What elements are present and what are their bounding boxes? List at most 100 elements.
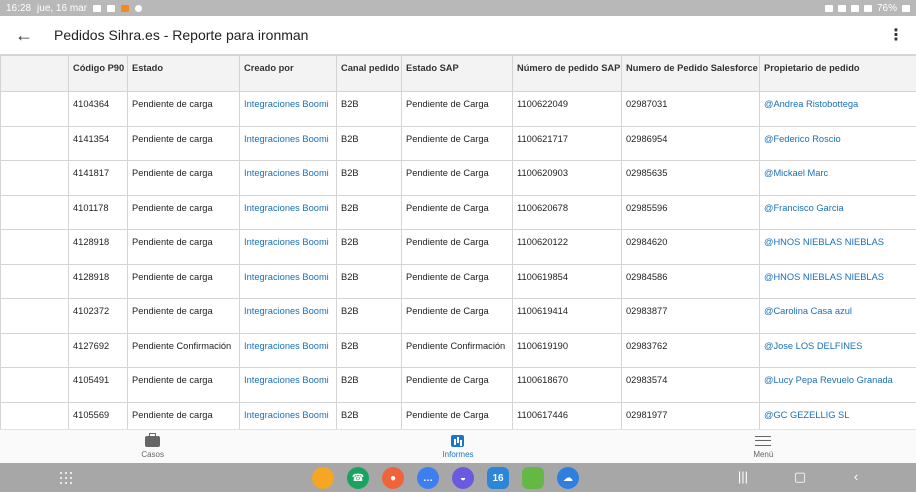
cell-propietario-link[interactable]: @Jose LOS DELFINES bbox=[759, 332, 916, 368]
table-row[interactable]: 4105491 Pendiente de carga Integraciones… bbox=[0, 367, 916, 403]
cell-codigo: 4128918 bbox=[68, 263, 128, 299]
status-time: 16:28 bbox=[6, 2, 32, 14]
status-date: jue, 16 mar bbox=[37, 2, 88, 14]
cell-canal: B2B bbox=[336, 401, 402, 429]
back-arrow-icon[interactable]: ← bbox=[0, 16, 48, 54]
messages-app-icon[interactable]: … bbox=[417, 467, 439, 489]
report-table-container[interactable]: Código P90 Estado Creado por Canal pedid… bbox=[0, 54, 916, 429]
row-select-cell[interactable] bbox=[0, 125, 69, 161]
row-select-cell[interactable] bbox=[0, 332, 69, 368]
table-header-row: Código P90 Estado Creado por Canal pedid… bbox=[0, 55, 916, 92]
row-select-cell[interactable] bbox=[0, 160, 69, 196]
cell-propietario-link[interactable]: @Andrea Ristobottega bbox=[759, 91, 916, 127]
page-title: Pedidos Sihra.es - Reporte para ironman bbox=[54, 27, 309, 43]
column-header-propietario[interactable]: Propietario de pedido bbox=[759, 55, 916, 92]
column-header-canal[interactable]: Canal pedido bbox=[336, 55, 402, 92]
cell-codigo: 4141817 bbox=[68, 160, 128, 196]
calendar-app-icon[interactable]: 16 bbox=[487, 467, 509, 489]
column-header-estado[interactable]: Estado bbox=[127, 55, 240, 92]
home-icon[interactable]: ▢ bbox=[790, 469, 810, 485]
table-row[interactable]: 4141817 Pendiente de carga Integraciones… bbox=[0, 160, 916, 196]
cell-creado-por-link[interactable]: Integraciones Boomi bbox=[239, 263, 337, 299]
cell-numero-sap: 1100619190 bbox=[512, 332, 622, 368]
column-header-estado-sap[interactable]: Estado SAP bbox=[401, 55, 513, 92]
cell-estado-sap: Pendiente Confirmación bbox=[401, 332, 513, 368]
table-row[interactable]: 4127692 Pendiente Confirmación Integraci… bbox=[0, 332, 916, 368]
cell-codigo: 4102372 bbox=[68, 298, 128, 334]
row-select-cell[interactable] bbox=[0, 298, 69, 334]
cell-propietario-link[interactable]: @Francisco Garcia bbox=[759, 194, 916, 230]
cell-canal: B2B bbox=[336, 367, 402, 403]
signal-icon bbox=[863, 4, 872, 12]
cell-canal: B2B bbox=[336, 194, 402, 230]
cell-propietario-link[interactable]: @HNOS NIEBLAS NIEBLAS bbox=[759, 263, 916, 299]
app-dock: ☎ ● … ◒ 16 ☁ bbox=[312, 467, 579, 489]
row-select-cell[interactable] bbox=[0, 91, 69, 127]
cell-creado-por-link[interactable]: Integraciones Boomi bbox=[239, 298, 337, 334]
cell-propietario-link[interactable]: @Mickael Marc bbox=[759, 160, 916, 196]
cell-codigo: 4104364 bbox=[68, 91, 128, 127]
more-options-icon[interactable]: ⋮ bbox=[876, 16, 916, 54]
cell-creado-por-link[interactable]: Integraciones Boomi bbox=[239, 332, 337, 368]
cell-codigo: 4105491 bbox=[68, 367, 128, 403]
mute-icon bbox=[837, 4, 846, 12]
cell-estado-sap: Pendiente de Carga bbox=[401, 401, 513, 429]
browser-app-icon[interactable]: ◒ bbox=[452, 467, 474, 489]
cell-propietario-link[interactable]: @Lucy Pepa Revuelo Granada bbox=[759, 367, 916, 403]
cell-canal: B2B bbox=[336, 298, 402, 334]
nav-tab-informes[interactable]: Informes bbox=[305, 430, 610, 463]
cell-propietario-link[interactable]: @GC GEZELLIG SL bbox=[759, 401, 916, 429]
row-select-cell[interactable] bbox=[0, 367, 69, 403]
cloud-app-icon[interactable]: ☁ bbox=[557, 467, 579, 489]
report-table: Código P90 Estado Creado por Canal pedid… bbox=[0, 55, 916, 429]
table-row[interactable]: 4101178 Pendiente de carga Integraciones… bbox=[0, 194, 916, 230]
table-row[interactable]: 4104364 Pendiente de carga Integraciones… bbox=[0, 91, 916, 127]
column-header-codigo[interactable]: Código P90 bbox=[68, 55, 128, 92]
cell-propietario-link[interactable]: @Carolina Casa azul bbox=[759, 298, 916, 334]
row-select-cell[interactable] bbox=[0, 229, 69, 265]
column-header-creado-por[interactable]: Creado por bbox=[239, 55, 337, 92]
cell-estado-sap: Pendiente de Carga bbox=[401, 229, 513, 265]
cell-creado-por-link[interactable]: Integraciones Boomi bbox=[239, 160, 337, 196]
table-row[interactable]: 4102372 Pendiente de carga Integraciones… bbox=[0, 298, 916, 334]
table-row[interactable]: 4128918 Pendiente de carga Integraciones… bbox=[0, 229, 916, 265]
cell-creado-por-link[interactable]: Integraciones Boomi bbox=[239, 401, 337, 429]
row-select-cell[interactable] bbox=[0, 263, 69, 299]
status-bar: 16:28 jue, 16 mar 76% bbox=[0, 0, 916, 16]
column-header-numero-sap[interactable]: Número de pedido SAP bbox=[512, 55, 622, 92]
phone-app-icon[interactable]: ☎ bbox=[347, 467, 369, 489]
table-row[interactable]: 4141354 Pendiente de carga Integraciones… bbox=[0, 125, 916, 161]
table-row[interactable]: 4128918 Pendiente de carga Integraciones… bbox=[0, 263, 916, 299]
cell-numero-sap: 1100622049 bbox=[512, 91, 622, 127]
back-nav-icon[interactable]: ‹ bbox=[846, 469, 866, 484]
cell-creado-por-link[interactable]: Integraciones Boomi bbox=[239, 229, 337, 265]
cell-estado-sap: Pendiente de Carga bbox=[401, 125, 513, 161]
cell-creado-por-link[interactable]: Integraciones Boomi bbox=[239, 367, 337, 403]
app-drawer-icon[interactable] bbox=[60, 472, 72, 484]
recent-apps-icon[interactable]: ||| bbox=[733, 469, 753, 484]
nav-tab-label: Casos bbox=[141, 450, 164, 459]
row-select-cell[interactable] bbox=[0, 194, 69, 230]
column-header-numero-salesforce[interactable]: Numero de Pedido Salesforce bbox=[621, 55, 760, 92]
nav-tab-label: Menú bbox=[753, 450, 774, 459]
cell-creado-por-link[interactable]: Integraciones Boomi bbox=[239, 125, 337, 161]
cell-numero-sap: 1100620678 bbox=[512, 194, 622, 230]
cell-estado: Pendiente de carga bbox=[127, 194, 240, 230]
contacts-app-icon[interactable]: ● bbox=[382, 467, 404, 489]
cell-creado-por-link[interactable]: Integraciones Boomi bbox=[239, 91, 337, 127]
cell-estado: Pendiente de carga bbox=[127, 263, 240, 299]
battery-icon bbox=[902, 4, 910, 12]
cell-propietario-link[interactable]: @Federico Roscio bbox=[759, 125, 916, 161]
cell-canal: B2B bbox=[336, 332, 402, 368]
email-notification-icon bbox=[107, 4, 116, 12]
cell-propietario-link[interactable]: @HNOS NIEBLAS NIEBLAS bbox=[759, 229, 916, 265]
cell-creado-por-link[interactable]: Integraciones Boomi bbox=[239, 194, 337, 230]
cell-estado: Pendiente Confirmación bbox=[127, 332, 240, 368]
row-select-cell[interactable] bbox=[0, 401, 69, 429]
store-app-icon[interactable] bbox=[522, 467, 544, 489]
cell-estado-sap: Pendiente de Carga bbox=[401, 298, 513, 334]
table-row[interactable]: 4105569 Pendiente de carga Integraciones… bbox=[0, 401, 916, 429]
nav-tab-casos[interactable]: Casos bbox=[0, 430, 305, 463]
files-app-icon[interactable] bbox=[312, 467, 334, 489]
nav-tab-menu[interactable]: Menú bbox=[611, 430, 916, 463]
